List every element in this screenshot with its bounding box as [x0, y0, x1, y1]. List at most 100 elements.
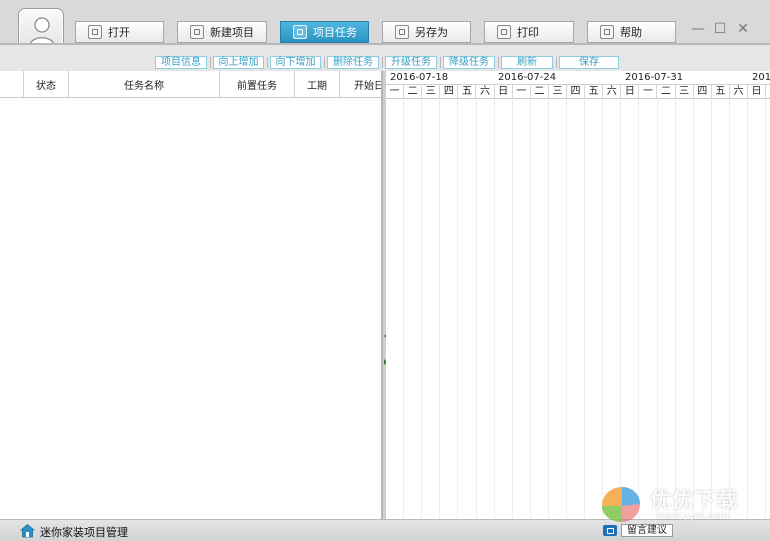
gantt-day-header: 一二三四五六日一二三四五六日一二三四五六日: [386, 85, 770, 99]
demote-task-button[interactable]: 降级任务: [443, 56, 495, 69]
gantt-grid-line: [457, 99, 459, 519]
save-as-button-label: 另存为: [415, 26, 448, 39]
gantt-day-label: 一: [386, 85, 405, 99]
gantt-grid-line: [403, 99, 405, 519]
gantt-day-label: 五: [458, 85, 477, 99]
task-table[interactable]: 状态 任务名称 前置任务 工期 开始日: [0, 71, 382, 519]
gantt-grid-line: [421, 99, 423, 519]
save-as-button[interactable]: 另存为: [382, 21, 471, 43]
week-label: 2016: [752, 72, 770, 83]
task-list-icon: [293, 25, 307, 39]
folder-icon: [88, 25, 102, 39]
home-icon: [20, 523, 35, 538]
project-tasks-button[interactable]: 项目任务: [280, 21, 369, 43]
gantt-day-label: 三: [422, 85, 441, 99]
column-header-status[interactable]: 状态: [24, 71, 69, 98]
print-button-label: 打印: [517, 26, 539, 39]
new-file-icon: [190, 25, 204, 39]
help-button-label: 帮助: [620, 26, 642, 39]
delete-task-button[interactable]: 删除任务: [327, 56, 379, 69]
column-header-task-name[interactable]: 任务名称: [69, 71, 220, 98]
gantt-day-label: 三: [676, 85, 694, 99]
print-button[interactable]: 打印: [484, 21, 574, 43]
gantt-day-label: 日: [748, 85, 767, 99]
toolbar-separator: [440, 57, 441, 68]
new-project-button-label: 新建项目: [210, 26, 254, 39]
gantt-day-label: 一: [513, 85, 531, 99]
gantt-grid-line: [602, 99, 604, 519]
watermark-url: www.yyxt.com: [656, 511, 730, 522]
open-button[interactable]: 打开: [75, 21, 164, 43]
app-window: 打开 新建项目 项目任务 另存为 打印 帮助 — ☐ ✕ 项目信息 向上增加 向…: [0, 0, 770, 541]
gantt-grid-line: [584, 99, 586, 519]
column-header-duration[interactable]: 工期: [295, 71, 340, 98]
gantt-day-label: 二: [531, 85, 549, 99]
gantt-day-label: 六: [730, 85, 748, 99]
watermark-title: 优优下载: [650, 488, 738, 512]
gantt-day-label: 五: [585, 85, 604, 99]
watermark: 优优下载 www.yyxt.com: [598, 484, 758, 528]
add-below-button[interactable]: 向下增加: [270, 56, 321, 69]
gantt-grid-line: [529, 99, 531, 519]
maximize-button[interactable]: ☐: [713, 22, 727, 36]
help-button[interactable]: 帮助: [587, 21, 676, 43]
gantt-grid-line: [638, 99, 640, 519]
column-header-predecessor[interactable]: 前置任务: [220, 71, 295, 98]
gantt-grid-line: [439, 99, 441, 519]
save-button[interactable]: 保存: [559, 56, 619, 69]
maximize-icon: ☐: [713, 21, 727, 37]
gantt-day-label: 四: [694, 85, 712, 99]
gantt-grid-line: [493, 99, 495, 519]
week-label: 2016-07-18: [390, 72, 449, 83]
gantt-grid-line: [620, 99, 622, 519]
gantt-grid-line: [710, 99, 712, 519]
save-as-icon: [395, 25, 409, 39]
gantt-day-label: 四: [440, 85, 459, 99]
gantt-day-label: 六: [477, 85, 495, 99]
new-project-button[interactable]: 新建项目: [177, 21, 267, 43]
promote-task-button[interactable]: 升级任务: [385, 56, 437, 69]
gantt-grid-line: [674, 99, 676, 519]
gantt-day-label: 四: [567, 85, 586, 99]
column-header-start-date[interactable]: 开始日: [340, 71, 381, 98]
gantt-day-label: 一: [639, 85, 658, 99]
gantt-grid-line: [747, 99, 748, 519]
minimize-icon: —: [691, 21, 705, 37]
gantt-grid-line: [728, 99, 730, 519]
printer-icon: [497, 25, 511, 39]
toolbar-separator: [267, 57, 268, 68]
toolbar-separator: [498, 57, 499, 68]
help-chat-icon: [600, 25, 614, 39]
project-tasks-button-label: 项目任务: [313, 26, 357, 39]
week-label: 2016-07-24: [498, 72, 557, 83]
column-header-index[interactable]: [0, 71, 24, 98]
gantt-day-label: 二: [404, 85, 423, 99]
project-info-button[interactable]: 项目信息: [155, 56, 207, 69]
add-above-button[interactable]: 向上增加: [213, 56, 264, 69]
toolbar-separator: [556, 57, 557, 68]
gantt-week-header: 2016-07-18 2016-07-24 2016-07-31 2016: [386, 71, 770, 85]
task-toolbar: 项目信息 向上增加 向下增加 删除任务 升级任务 降级任务 刷新 保存: [0, 45, 770, 71]
gantt-day-label: 六: [603, 85, 622, 99]
gantt-grid-line: [692, 99, 694, 519]
gantt-grid-line: [765, 99, 767, 519]
close-button[interactable]: ✕: [736, 22, 750, 36]
week-label: 2016-07-31: [625, 72, 684, 83]
refresh-button[interactable]: 刷新: [501, 56, 553, 69]
gantt-day-label: 日: [495, 85, 513, 99]
gantt-grid-line: [656, 99, 658, 519]
gantt-grid-line: [547, 99, 549, 519]
toolbar-separator: [324, 57, 325, 68]
gantt-chart[interactable]: 2016-07-18 2016-07-24 2016-07-31 2016 一二…: [386, 71, 770, 519]
gantt-day-label: 日: [621, 85, 640, 99]
watermark-logo-icon: [602, 487, 640, 522]
gantt-day-label: 二: [658, 85, 676, 99]
gantt-day-label: 三: [549, 85, 567, 99]
open-button-label: 打开: [108, 26, 130, 39]
gantt-grid-line: [511, 99, 513, 519]
gantt-day-label: 五: [712, 85, 730, 99]
toolbar-separator: [210, 57, 211, 68]
minimize-button[interactable]: —: [691, 22, 705, 36]
app-name: 迷你家装项目管理: [40, 526, 128, 539]
toolbar-separator: [382, 57, 383, 68]
